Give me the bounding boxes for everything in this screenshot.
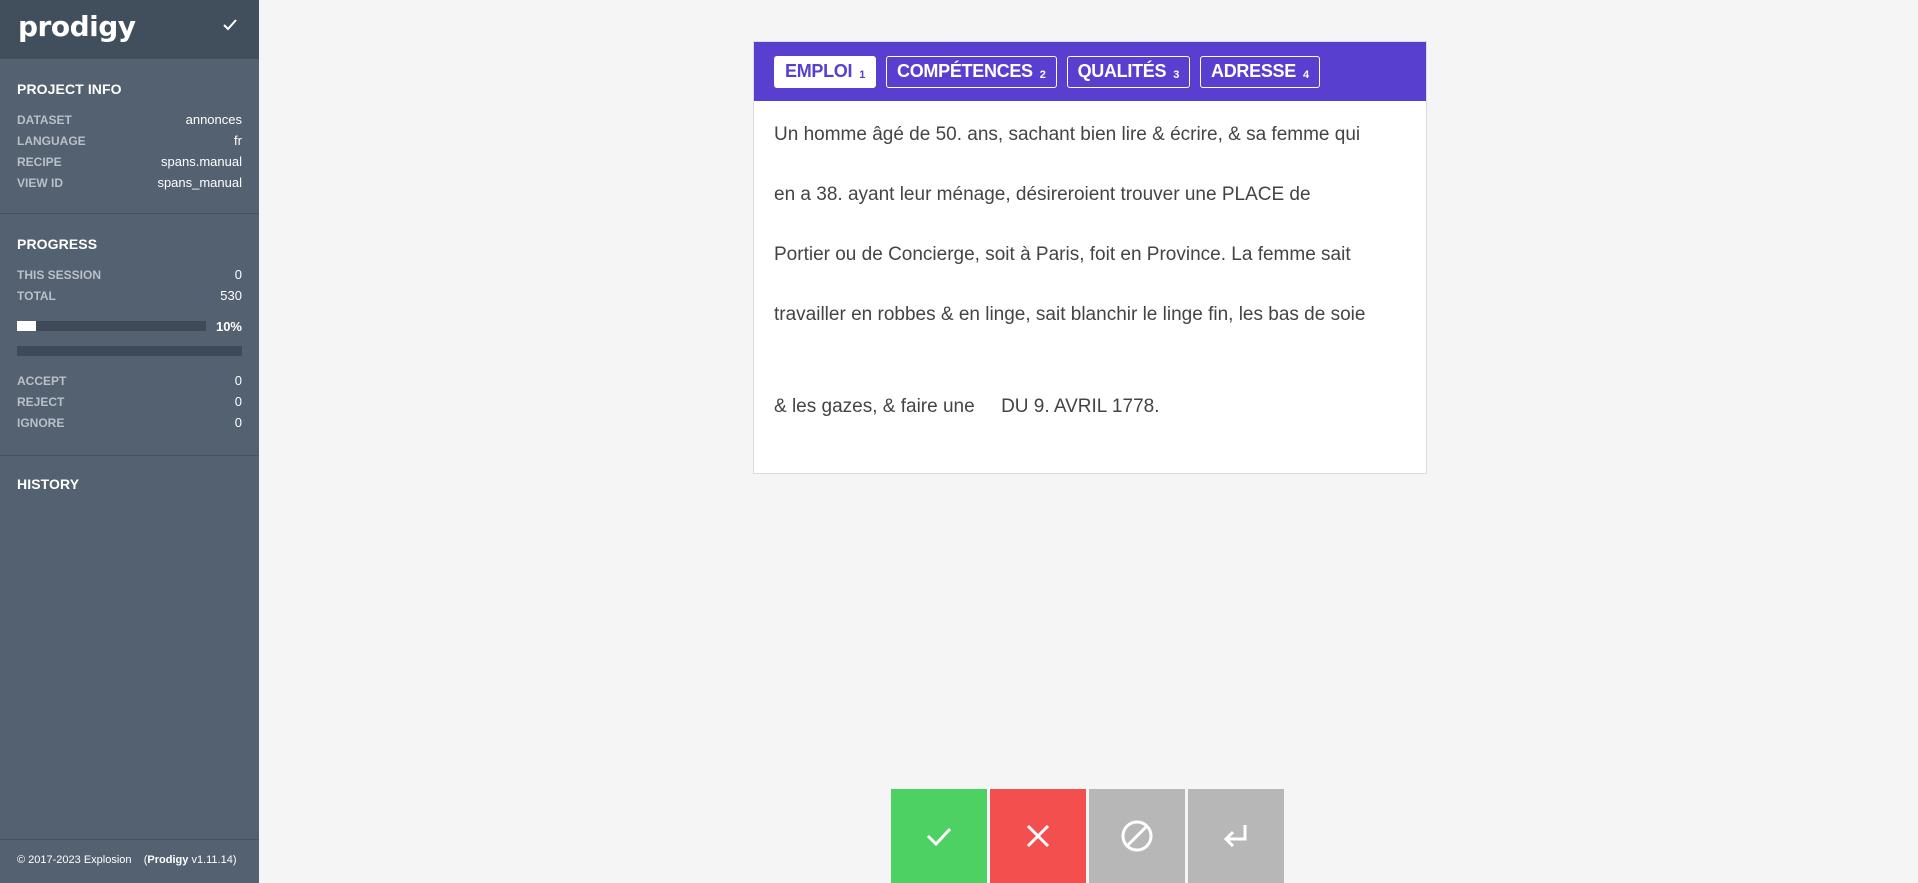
text-line[interactable]: Un homme âgé de 50. ans, sachant bien li… [774,115,1406,175]
project-info-title: PROJECT INFO [17,81,122,97]
progress-key: THIS SESSION [17,267,102,282]
progress-key: REJECT [17,394,65,409]
label-competences[interactable]: COMPÉTENCES 2 [886,55,1057,88]
progress-row-ignore: IGNORE 0 [17,412,242,433]
label-name: ADRESSE [1211,61,1296,81]
text-line[interactable]: & les gazes, & faire une DU 9. AVRIL 177… [774,387,1406,447]
close-icon [1026,824,1050,848]
sidebar-header: prodigy [0,0,259,59]
label-key: 2 [1039,68,1046,81]
label-name: QUALITÉS [1077,61,1167,81]
info-value: spans.manual [161,154,242,169]
project-info-section: PROJECT INFO DATASET annonces LANGUAGE f… [0,59,259,214]
label-name: COMPÉTENCES [897,61,1033,81]
info-value: annonces [185,112,242,127]
label-key: 1 [859,68,866,81]
annotation-text[interactable]: Un homme âgé de 50. ans, sachant bien li… [754,101,1426,447]
product-name: Prodigy [147,854,189,866]
progress-row-total: TOTAL 530 [17,285,242,306]
text-line[interactable]: travailler en robbes & en linge, sait bl… [774,295,1406,387]
info-row-recipe: RECIPE spans.manual [17,151,242,172]
action-buttons [891,789,1284,883]
prodigy-logo: prodigy [18,10,136,43]
info-value: fr [234,133,242,148]
label-qualites[interactable]: QUALITÉS 3 [1066,55,1191,88]
info-row-view-id: VIEW ID spans_manual [17,172,242,193]
label-key: 4 [1302,68,1309,81]
info-row-dataset: DATASET annonces [17,109,242,130]
accept-button[interactable] [891,789,987,883]
progress-row-accept: ACCEPT 0 [17,370,242,391]
progress-key: TOTAL [17,288,56,303]
copyright-text: © 2017-2023 Explosion [17,854,132,866]
progress-title: PROGRESS [17,236,98,252]
progress-value: 0 [234,394,242,409]
history-title: HISTORY [17,476,80,492]
progress-row-session: THIS SESSION 0 [17,264,242,285]
progress-value: 0 [234,267,242,282]
ignore-button[interactable] [1089,789,1185,883]
progress-track [17,321,206,331]
info-row-language: LANGUAGE fr [17,130,242,151]
version-text: v1.11.14 [191,854,233,866]
progress-row-reject: REJECT 0 [17,391,242,412]
label-emploi[interactable]: EMPLOI 1 [774,55,877,88]
progress-value: 0 [234,373,242,388]
ignore-icon [1121,820,1153,852]
undo-button[interactable] [1188,789,1284,883]
text-line[interactable]: Portier ou de Concierge, soit à Paris, f… [774,235,1406,295]
progress-bar: 10% [17,318,242,334]
progress-section: PROGRESS THIS SESSION 0 TOTAL 530 10% AC… [0,214,259,456]
progress-key: IGNORE [17,415,65,430]
label-name: EMPLOI [785,61,853,81]
check-icon[interactable] [221,16,239,34]
label-adresse[interactable]: ADRESSE 4 [1200,55,1320,88]
annotation-card: EMPLOI 1 COMPÉTENCES 2 QUALITÉS 3 ADRESS… [753,41,1427,474]
progress-track-secondary [17,346,242,356]
progress-value: 0 [234,415,242,430]
sidebar-footer: © 2017-2023 Explosion (Prodigy v1.11.14) [0,839,259,883]
label-bar: EMPLOI 1 COMPÉTENCES 2 QUALITÉS 3 ADRESS… [754,42,1426,101]
info-key: RECIPE [17,154,62,169]
progress-value: 530 [220,288,242,303]
info-key: LANGUAGE [17,133,86,148]
check-icon [926,827,952,847]
info-key: DATASET [17,112,72,127]
progress-fill [17,321,36,331]
reject-button[interactable] [990,789,1086,883]
text-line[interactable]: en a 38. ayant leur ménage, désireroient… [774,175,1406,235]
progress-percent: 10% [215,318,242,334]
info-key: VIEW ID [17,175,64,190]
undo-icon [1223,825,1247,848]
info-value: spans_manual [157,175,242,190]
label-key: 3 [1173,68,1180,81]
sidebar: prodigy PROJECT INFO DATASET annonces LA… [0,0,259,883]
progress-key: ACCEPT [17,373,67,388]
history-section: HISTORY [0,456,259,492]
